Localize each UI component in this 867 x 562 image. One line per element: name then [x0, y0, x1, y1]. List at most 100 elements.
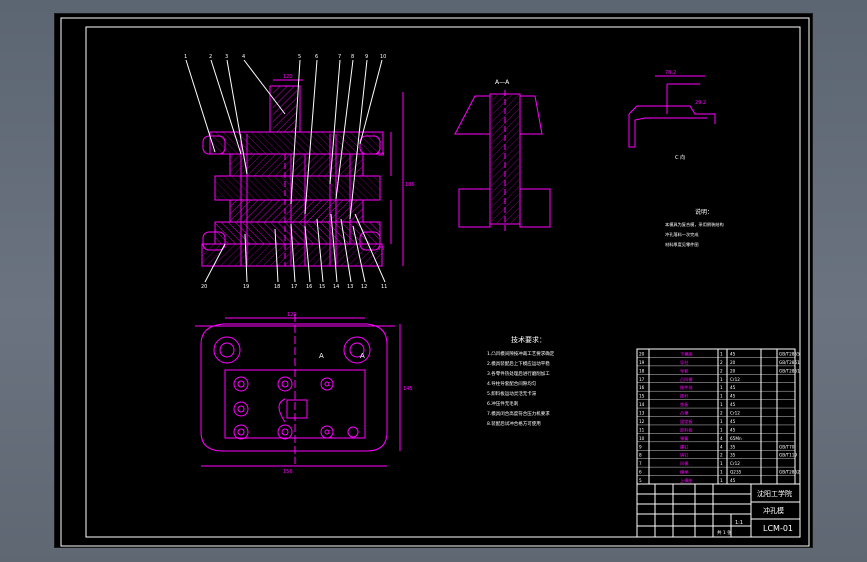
bom-cell: 13	[639, 411, 645, 416]
bom-cell: 14	[639, 402, 645, 407]
bom-cell: 上模座	[680, 477, 693, 484]
tech-line-5: 5.卸料板运动灵活无卡滞	[487, 390, 537, 397]
tech-title: 技术要求：	[511, 335, 546, 344]
bom-cell: 20	[730, 368, 736, 373]
bom-cell: 12	[639, 419, 645, 424]
bom-cell: 1	[720, 419, 723, 424]
bom-cell: 17	[639, 377, 645, 382]
bom-cell: GB/T2861	[779, 360, 800, 365]
bom-cell: 垫板	[680, 401, 689, 408]
dim-plan-inner: 120	[287, 312, 297, 318]
bom-cell: 下模座	[680, 350, 693, 357]
section-a-a-label: A—A	[495, 79, 510, 86]
bom-cell: 20	[639, 351, 645, 356]
dim-part-width: 78.2	[665, 70, 676, 76]
bom-cell: 销钉	[680, 452, 689, 459]
bom-cell: GB/T119	[779, 453, 797, 458]
bom-cell: 45	[730, 419, 736, 424]
balloon-5: 5	[298, 54, 301, 60]
bom-cell: Cr12	[730, 461, 740, 466]
bom-cell: 45	[730, 478, 736, 483]
bom-cell: 1	[720, 402, 723, 407]
bom-cell: GB/T2855	[779, 351, 800, 356]
drawing-sheet: 120 186 50 76 1 2 3 4 5 6 7 8 9 10 20 19 18 17 16 15 14…	[54, 13, 813, 548]
balloon-16: 16	[306, 284, 312, 290]
title-sheet: 共 1 张	[717, 529, 732, 536]
section-arrow-a-left: A	[319, 352, 324, 360]
balloon-9: 9	[365, 54, 368, 60]
tech-line-4: 4.导柱导套配合间隙均匀	[487, 380, 537, 387]
balloon-11: 11	[381, 284, 387, 290]
bom-cell: 2	[720, 453, 723, 458]
dim-height-total: 186	[405, 182, 415, 188]
title-drawing-no: LCM-01	[763, 524, 793, 533]
bom-table: 20 下模座 1 45 GB/T285519 导柱 2 20 GB/T286118 导套 2 20 GB…	[636, 348, 800, 485]
bom-cell: 11	[639, 427, 645, 432]
bom-cell: 45	[730, 394, 736, 399]
notes-block: 说明： 本模具为复合模，采用倒装结构 冲孔落料一次完成 材料厚度见零件图	[665, 208, 724, 248]
tech-line-7: 7.模具闭合高度符合压力机要求	[487, 410, 550, 417]
bom-cell: GB/T2862	[779, 470, 800, 475]
bom-cell: 导套	[680, 367, 689, 374]
dim-plan-width: 156	[283, 469, 293, 475]
bom-cell: 45	[730, 385, 736, 390]
notes-line-2: 冲孔落料一次完成	[665, 231, 699, 238]
frame-border	[85, 26, 801, 538]
bom-cell: 16	[639, 385, 645, 390]
bom-cell: 推件块	[680, 384, 693, 391]
bom-cell: 4	[720, 444, 723, 449]
dim-plan-height: 145	[403, 386, 413, 392]
dim-b: 76	[378, 246, 384, 252]
tech-line-6: 6.冲压件无毛刺	[487, 400, 519, 407]
bom-cell: 20	[730, 360, 736, 365]
balloon-19: 19	[243, 284, 249, 290]
balloon-4: 4	[242, 54, 245, 60]
tech-line-8: 8.装配后试冲合格方可使用	[487, 420, 541, 427]
bom-cell: 导柱	[680, 359, 689, 366]
bom-cell: 45	[730, 351, 736, 356]
dim-part-height: 29.2	[695, 100, 706, 106]
bom-cell: 1	[720, 377, 723, 382]
bom-cell: 固定板	[680, 418, 693, 425]
balloon-15: 15	[319, 284, 325, 290]
balloon-10: 10	[380, 54, 386, 60]
bom-cell: 1	[720, 461, 723, 466]
bom-cell: 1	[720, 478, 723, 483]
title-school: 沈阳工学院	[757, 489, 792, 498]
bom-cell: 凹模	[680, 460, 689, 467]
balloon-14: 14	[333, 284, 339, 290]
balloon-7: 7	[338, 54, 341, 60]
section-a-a-view: A—A	[454, 79, 551, 232]
bom-cell: 2	[720, 368, 723, 373]
bom-cell: Cr12	[730, 377, 740, 382]
title-scale: 1:1	[735, 520, 743, 526]
plan-view: 156 120 145 A A	[195, 312, 413, 475]
tech-line-3: 3.各零件热处理后进行磨削加工	[487, 370, 550, 377]
bom-cell: 凸凹模	[680, 376, 693, 383]
bom-cell: 10	[639, 436, 645, 441]
bom-cell: 1	[720, 470, 723, 475]
bom-cell: GB/T2861	[779, 368, 800, 373]
outer-border	[60, 17, 810, 547]
balloon-3: 3	[225, 54, 228, 60]
notes-title: 说明：	[695, 208, 713, 216]
bom-cell: 4	[720, 436, 723, 441]
bom-cell: 卸料板	[680, 426, 693, 433]
bom-cell: 1	[720, 351, 723, 356]
balloon-1: 1	[184, 54, 187, 60]
bom-cell: 1	[720, 385, 723, 390]
bom-cell: Q235	[730, 470, 742, 475]
tech-requirements: 技术要求： 1.凸凹模间隙按冲裁工艺要求确定 2.模具装配后上下模应运动平稳 3…	[487, 335, 555, 427]
bom-cell: 2	[720, 411, 723, 416]
tech-line-1: 1.凸凹模间隙按冲裁工艺要求确定	[487, 350, 555, 357]
bom-cell: 模柄	[680, 469, 688, 476]
balloon-2: 2	[209, 54, 212, 60]
bom-cell: 1	[720, 394, 723, 399]
tech-line-2: 2.模具装配后上下模应运动平稳	[487, 360, 550, 367]
bom-cell: 凸模	[680, 410, 689, 417]
bom-cell: 6	[639, 470, 642, 475]
dim-a: 50	[378, 152, 384, 158]
notes-line-1: 本模具为复合模，采用倒装结构	[665, 221, 724, 228]
cad-canvas[interactable]: 120 186 50 76 1 2 3 4 5 6 7 8 9 10 20 19 18 17 16 15 14…	[55, 14, 814, 549]
balloon-6: 6	[315, 54, 318, 60]
